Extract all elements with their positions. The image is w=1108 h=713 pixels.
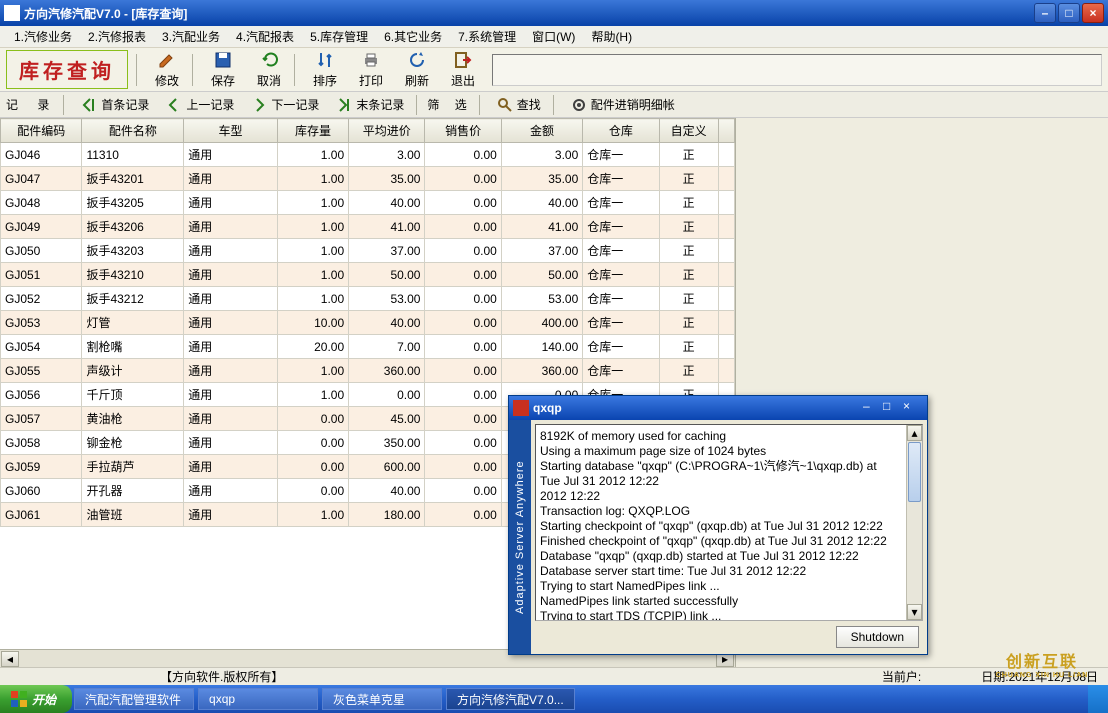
- sort-button[interactable]: 排序: [302, 50, 348, 90]
- first-record-button[interactable]: 首条记录: [74, 94, 155, 116]
- system-tray[interactable]: [1088, 685, 1108, 713]
- last-icon: [335, 96, 353, 114]
- main-titlebar: 方向汽修汽配V7.0 - [库存查询] – □ ×: [0, 0, 1108, 26]
- prev-icon: [165, 96, 183, 114]
- current-user-label: 当前户:: [882, 668, 921, 685]
- table-row[interactable]: GJ052扳手43212通用1.0053.000.0053.00仓库一正: [1, 287, 735, 311]
- window-title: 方向汽修汽配V7.0 - [库存查询]: [24, 5, 1034, 22]
- next-icon: [250, 96, 268, 114]
- pencil-icon: [157, 50, 177, 70]
- nav-toolbar: 记 录 首条记录 上一记录 下一记录 末条记录 筛 选 查找 配件进销明细帐: [0, 92, 1108, 118]
- menu-help[interactable]: 帮助(H): [585, 26, 638, 47]
- menu-repair-report[interactable]: 2.汽修报表: [82, 26, 152, 47]
- scroll-down-button[interactable]: ▾: [907, 604, 922, 620]
- maximize-button[interactable]: □: [1058, 3, 1080, 23]
- log-scrollbar[interactable]: ▴ ▾: [906, 425, 922, 620]
- table-row[interactable]: GJ047扳手43201通用1.0035.000.0035.00仓库一正: [1, 167, 735, 191]
- menu-window[interactable]: 窗口(W): [526, 26, 581, 47]
- windows-logo-icon: [10, 690, 28, 708]
- table-row[interactable]: GJ048扳手43205通用1.0040.000.0040.00仓库一正: [1, 191, 735, 215]
- taskbar: 开始 汽配汽配管理软件 qxqp 灰色菜单克星 方向汽修汽配V7.0...: [0, 685, 1108, 713]
- save-button[interactable]: 保存: [200, 50, 246, 90]
- undo-icon: [259, 50, 279, 70]
- table-row[interactable]: GJ054割枪嘴通用20.007.000.00140.00仓库一正: [1, 335, 735, 359]
- cancel-button[interactable]: 取消: [246, 50, 292, 90]
- app-icon: [4, 5, 20, 21]
- dialog-titlebar[interactable]: qxqp – □ ×: [509, 396, 927, 420]
- exit-button[interactable]: 退出: [440, 50, 486, 90]
- statusbar: 【方向软件.版权所有】 当前户: 日期:2021年12月08日: [0, 667, 1108, 685]
- menu-system[interactable]: 7.系统管理: [452, 26, 522, 47]
- close-button[interactable]: ×: [1082, 3, 1104, 23]
- scroll-thumb[interactable]: [908, 442, 921, 502]
- task-main-app[interactable]: 方向汽修汽配V7.0...: [446, 688, 575, 710]
- dialog-title: qxqp: [533, 401, 863, 415]
- start-button[interactable]: 开始: [0, 685, 72, 713]
- first-icon: [80, 96, 98, 114]
- menu-other[interactable]: 6.其它业务: [378, 26, 448, 47]
- refresh-icon: [407, 50, 427, 70]
- scroll-left-button[interactable]: ◂: [1, 651, 19, 667]
- status-date: 日期:2021年12月08日: [981, 668, 1098, 685]
- table-row[interactable]: GJ04611310通用1.003.000.003.00仓库一正: [1, 143, 735, 167]
- minimize-button[interactable]: –: [1034, 3, 1056, 23]
- dialog-close-button[interactable]: ×: [903, 399, 923, 417]
- task-qxqp[interactable]: qxqp: [198, 688, 318, 710]
- menubar: 1.汽修业务 2.汽修报表 3.汽配业务 4.汽配报表 5.库存管理 6.其它业…: [0, 26, 1108, 48]
- table-row[interactable]: GJ051扳手43210通用1.0050.000.0050.00仓库一正: [1, 263, 735, 287]
- col-code[interactable]: 配件编码: [1, 119, 82, 143]
- prev-record-button[interactable]: 上一记录: [159, 94, 240, 116]
- table-row[interactable]: GJ049扳手43206通用1.0041.000.0041.00仓库一正: [1, 215, 735, 239]
- qxqp-dialog[interactable]: qxqp – □ × Adaptive Server Anywhere 8192…: [508, 395, 928, 655]
- dialog-minimize-button[interactable]: –: [863, 399, 883, 417]
- server-log[interactable]: 8192K of memory used for cachingUsing a …: [535, 424, 923, 621]
- exit-icon: [453, 50, 473, 70]
- col-scroll: [718, 119, 734, 143]
- dialog-icon: [513, 400, 529, 416]
- table-header-row: 配件编码 配件名称 车型 库存量 平均进价 销售价 金额 仓库 自定义: [1, 119, 735, 143]
- dialog-maximize-button[interactable]: □: [883, 399, 903, 417]
- refresh-button[interactable]: 刷新: [394, 50, 440, 90]
- detail-button[interactable]: 配件进销明细帐: [564, 94, 681, 116]
- col-cust[interactable]: 自定义: [659, 119, 718, 143]
- dialog-sidebar-label: Adaptive Server Anywhere: [509, 420, 531, 654]
- printer-icon: [361, 50, 381, 70]
- modify-button[interactable]: 修改: [144, 50, 190, 90]
- col-model[interactable]: 车型: [184, 119, 278, 143]
- col-name[interactable]: 配件名称: [82, 119, 184, 143]
- next-record-button[interactable]: 下一记录: [244, 94, 325, 116]
- table-row[interactable]: GJ055声级计通用1.00360.000.00360.00仓库一正: [1, 359, 735, 383]
- filter-label: 筛 选: [427, 96, 472, 113]
- menu-inventory[interactable]: 5.库存管理: [304, 26, 374, 47]
- main-toolbar: 库存查询 修改 保存 取消 排序 打印 刷新 退出: [0, 48, 1108, 92]
- col-qty[interactable]: 库存量: [277, 119, 348, 143]
- search-button[interactable]: 查找: [490, 94, 547, 116]
- menu-parts-biz[interactable]: 3.汽配业务: [156, 26, 226, 47]
- menu-repair-biz[interactable]: 1.汽修业务: [8, 26, 78, 47]
- col-avg[interactable]: 平均进价: [349, 119, 425, 143]
- table-row[interactable]: GJ050扳手43203通用1.0037.000.0037.00仓库一正: [1, 239, 735, 263]
- gear-icon: [570, 96, 588, 114]
- last-record-button[interactable]: 末条记录: [329, 94, 410, 116]
- col-sale[interactable]: 销售价: [425, 119, 501, 143]
- scroll-up-button[interactable]: ▴: [907, 425, 922, 441]
- col-amt[interactable]: 金额: [501, 119, 582, 143]
- print-button[interactable]: 打印: [348, 50, 394, 90]
- record-label: 记 录: [6, 96, 57, 113]
- page-heading: 库存查询: [6, 50, 128, 89]
- task-app1[interactable]: 汽配汽配管理软件: [74, 688, 194, 710]
- menu-parts-report[interactable]: 4.汽配报表: [230, 26, 300, 47]
- shutdown-button[interactable]: Shutdown: [836, 626, 919, 648]
- table-row[interactable]: GJ053灯管通用10.0040.000.00400.00仓库一正: [1, 311, 735, 335]
- disk-icon: [213, 50, 233, 70]
- search-icon: [496, 96, 514, 114]
- copyright-text: 【方向软件.版权所有】: [160, 668, 283, 685]
- col-wh[interactable]: 仓库: [583, 119, 659, 143]
- sort-icon: [315, 50, 335, 70]
- task-app3[interactable]: 灰色菜单克星: [322, 688, 442, 710]
